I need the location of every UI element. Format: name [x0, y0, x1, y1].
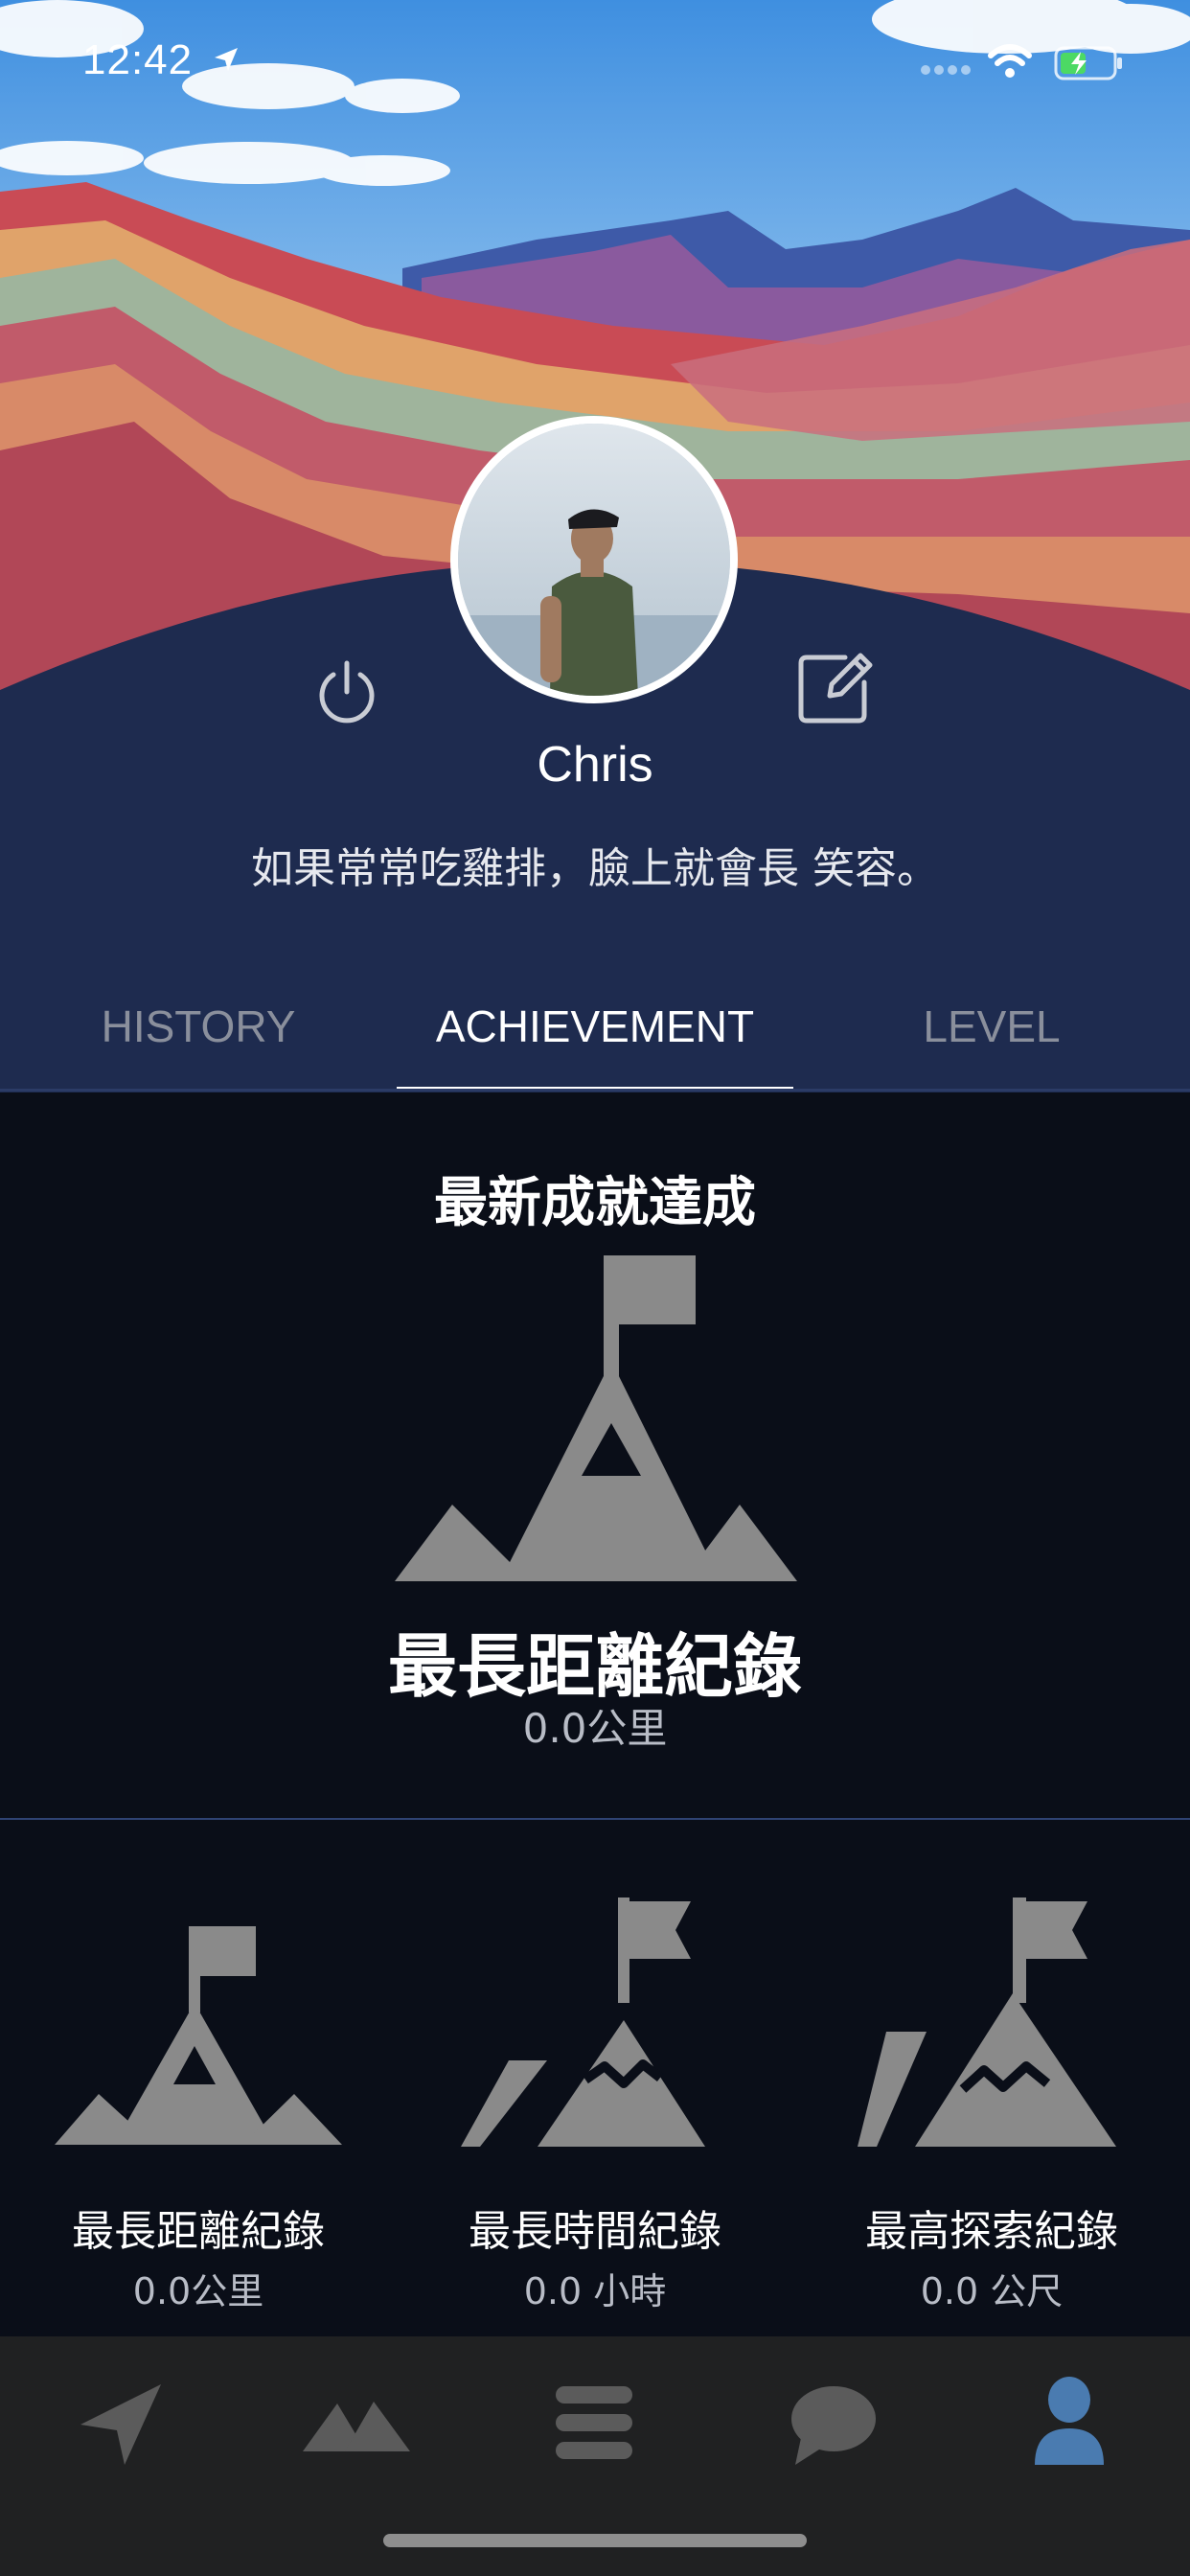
navigation-arrow-icon[interactable] [61, 2365, 176, 2480]
tab-level[interactable]: LEVEL [793, 978, 1190, 1092]
achievement-grid: 最長距離紀錄 0.0公里 最長時間紀錄 0.0 小時 最高探索紀錄 0.0 公尺 [0, 1898, 1190, 2319]
profile-bio: 如果常常吃雞排，臉上就會長 笑容。 [251, 844, 939, 893]
mountain-flag-icon [55, 1926, 342, 2145]
mountains-icon[interactable] [299, 2365, 414, 2480]
status-bar: 12:42 [0, 0, 1190, 125]
menu-icon[interactable] [537, 2365, 652, 2480]
chat-bubble-icon[interactable] [774, 2365, 889, 2480]
mountain-peak-icon [858, 1898, 1116, 2147]
power-icon[interactable] [312, 657, 381, 726]
tab-history[interactable]: HISTORY [0, 978, 397, 1092]
latest-achievement-value: 0.0公里 [522, 1705, 668, 1752]
mountain-flag-icon [395, 1255, 797, 1581]
achievement-name: 最長距離紀錄 [72, 2207, 325, 2256]
achievement-card[interactable]: 最長時間紀錄 0.0 小時 [397, 1898, 793, 2319]
achievement-name: 最長時間紀錄 [469, 2207, 721, 2256]
wifi-icon [988, 44, 1032, 78]
latest-achievement-title: 最新成就達成 [434, 1172, 756, 1234]
cellular-signal-icon [921, 65, 971, 75]
profile-name: Chris [537, 737, 653, 793]
battery-icon [1054, 46, 1122, 80]
section-divider [0, 1818, 1190, 1820]
achievement-name: 最高探索紀錄 [865, 2207, 1118, 2256]
achievement-value: 0.0公里 [132, 2270, 264, 2312]
profile-tabs: HISTORY ACHIEVEMENT LEVEL [0, 978, 1190, 1092]
profile-icon[interactable] [1012, 2365, 1127, 2480]
home-indicator[interactable] [383, 2534, 807, 2547]
tabs-divider [0, 1089, 1190, 1092]
avatar[interactable] [450, 416, 738, 703]
achievement-value: 0.0 公尺 [920, 2270, 1064, 2312]
achievement-card[interactable]: 最高探索紀錄 0.0 公尺 [793, 1898, 1190, 2319]
mountain-time-icon [461, 1898, 705, 2147]
status-time: 12:42 [82, 36, 194, 83]
achievement-card[interactable]: 最長距離紀錄 0.0公里 [0, 1898, 397, 2319]
location-arrow-icon [215, 48, 238, 71]
tab-achievement[interactable]: ACHIEVEMENT [397, 978, 793, 1092]
achievement-value: 0.0 小時 [523, 2270, 667, 2312]
edit-icon[interactable] [797, 648, 874, 724]
